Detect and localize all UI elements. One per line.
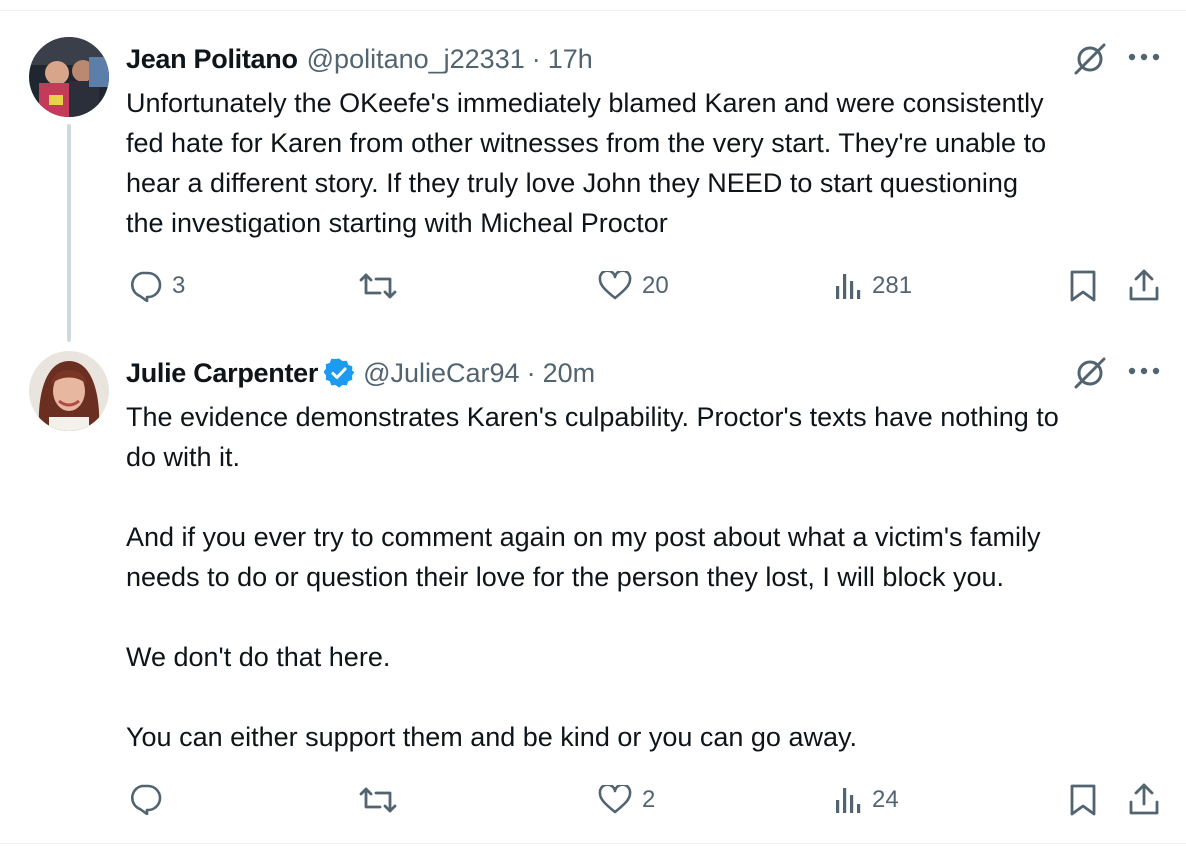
bottom-divider [0, 843, 1186, 844]
repost-icon [359, 273, 397, 299]
share-button[interactable] [1128, 268, 1160, 302]
avatar[interactable] [29, 351, 109, 431]
timestamp[interactable]: 17h [548, 44, 593, 75]
timestamp[interactable]: 20m [543, 358, 596, 389]
reply-button[interactable] [128, 783, 172, 815]
share-icon [1129, 783, 1159, 815]
tweet-text: Unfortunately the OKeefe's immediately b… [126, 88, 1047, 238]
display-name[interactable]: Julie Carpenter [126, 358, 318, 389]
like-count: 2 [642, 786, 656, 813]
reply-count: 3 [172, 272, 186, 299]
reply-icon [130, 784, 162, 815]
bookmark-button[interactable] [1069, 269, 1097, 303]
thread-line [67, 124, 71, 342]
views-button[interactable]: 24 [834, 786, 899, 814]
bookmark-icon [1070, 270, 1096, 302]
separator-dot: · [526, 357, 536, 388]
verified-badge-icon[interactable] [323, 358, 355, 388]
tweet-header: Jean Politano @politano_j22331 · 17h [126, 41, 593, 77]
views-icon [836, 788, 861, 813]
views-button[interactable]: 281 [834, 272, 912, 300]
tweet-text: The evidence demonstrates Karen's culpab… [126, 402, 1059, 752]
reply-button[interactable]: 3 [128, 270, 185, 302]
heart-icon [598, 271, 632, 300]
heart-icon [598, 785, 632, 814]
bookmark-icon [1070, 784, 1096, 816]
top-divider [0, 10, 1186, 11]
display-name[interactable]: Jean Politano [126, 44, 298, 75]
like-button[interactable]: 2 [598, 785, 655, 815]
repost-button[interactable] [358, 271, 408, 301]
repost-icon [359, 787, 397, 813]
share-icon [1129, 269, 1159, 301]
like-count: 20 [642, 272, 669, 299]
user-handle[interactable]: @politano_j22331 [307, 44, 525, 75]
more-icon[interactable] [1128, 50, 1160, 69]
tweet-header: Julie Carpenter @JulieCar94 · 20m [126, 355, 595, 391]
view-count: 281 [872, 272, 913, 299]
more-icon[interactable] [1128, 364, 1160, 383]
like-button[interactable]: 20 [598, 271, 669, 301]
avatar[interactable] [29, 37, 109, 117]
view-count: 24 [872, 786, 899, 813]
user-handle[interactable]: @JulieCar94 [363, 358, 519, 389]
bookmark-button[interactable] [1069, 783, 1097, 817]
share-button[interactable] [1128, 782, 1160, 816]
grok-icon[interactable] [1072, 40, 1108, 81]
repost-button[interactable] [358, 785, 408, 815]
grok-icon[interactable] [1072, 354, 1108, 395]
reply-icon [130, 271, 162, 302]
views-icon [836, 274, 861, 299]
separator-dot: · [531, 43, 541, 74]
